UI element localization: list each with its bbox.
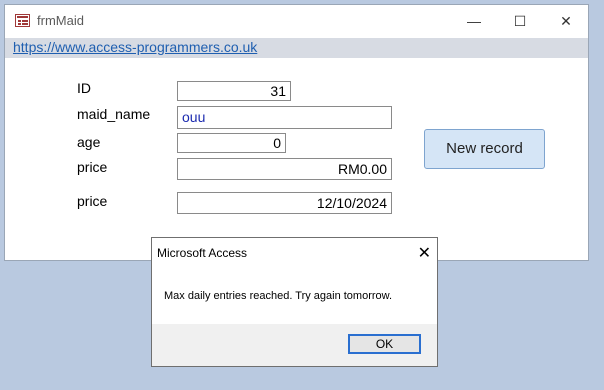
dialog-body: Max daily entries reached. Try again tom…: [152, 266, 437, 324]
price-label: price: [77, 159, 108, 175]
form-header: https://www.access-programmers.co.uk: [5, 38, 588, 58]
maid-name-label: maid_name: [77, 106, 151, 122]
website-link[interactable]: https://www.access-programmers.co.uk: [13, 39, 257, 55]
dialog-title-bar[interactable]: Microsoft Access ✕: [152, 238, 437, 266]
date-field[interactable]: 12/10/2024: [177, 192, 392, 214]
age-label: age: [77, 134, 101, 150]
form-icon: [15, 14, 30, 27]
minimize-button[interactable]: —: [451, 5, 497, 38]
window-title: frmMaid: [37, 13, 84, 28]
new-record-button[interactable]: New record: [424, 129, 545, 169]
price-field[interactable]: RM0.00: [177, 158, 392, 180]
dialog-close-icon[interactable]: ✕: [418, 243, 431, 263]
age-field[interactable]: 0: [177, 133, 286, 153]
maximize-button[interactable]: ☐: [497, 5, 543, 38]
message-dialog: Microsoft Access ✕ Max daily entries rea…: [151, 237, 438, 367]
dialog-message: Max daily entries reached. Try again tom…: [164, 290, 393, 302]
maid-name-field[interactable]: ouu: [177, 106, 392, 129]
form-window: frmMaid — ☐ ✕ https://www.access-program…: [4, 4, 589, 261]
date-label: price: [77, 193, 108, 209]
id-field[interactable]: 31: [177, 81, 291, 101]
id-label: ID: [77, 80, 91, 96]
close-button[interactable]: ✕: [543, 5, 589, 38]
title-bar[interactable]: frmMaid — ☐ ✕: [5, 5, 588, 38]
dialog-title: Microsoft Access: [157, 246, 248, 260]
ok-button[interactable]: OK: [348, 334, 421, 354]
